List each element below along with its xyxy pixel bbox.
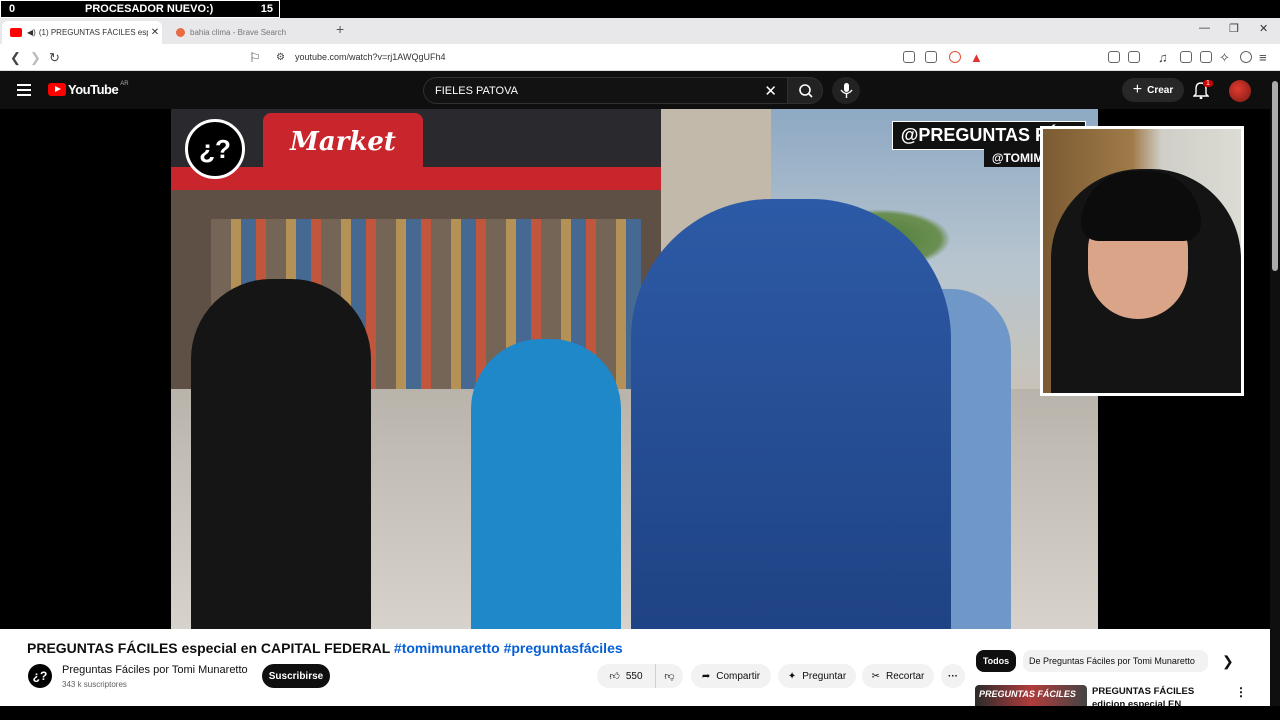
wallet-icon[interactable]: [1200, 51, 1212, 63]
close-tab-icon[interactable]: ✕: [148, 27, 162, 38]
search-icon: [799, 84, 813, 98]
logo-wordmark: YouTube: [68, 82, 119, 97]
video-player[interactable]: ¿? Market @PREGUNTAS FÁCI @TOMIMUNAR: [171, 109, 1098, 629]
search-input[interactable]: FIELES PATOVA ✕: [423, 77, 787, 104]
reload-icon[interactable]: ↻: [49, 50, 60, 66]
share-label: Compartir: [716, 670, 761, 682]
sparkle-icon: ✦: [787, 670, 797, 682]
browser-menu-icon[interactable]: ≡: [1259, 50, 1267, 65]
youtube-play-icon: [48, 83, 66, 96]
vpn-icon[interactable]: [1240, 51, 1252, 63]
page-scrollbar[interactable]: [1270, 71, 1280, 706]
create-button[interactable]: + Crear: [1122, 78, 1184, 102]
tab-youtube[interactable]: ◀) (1) PREGUNTAS FÁCILES espe ✕: [2, 21, 162, 44]
recommended-title[interactable]: PREGUNTAS FÁCILES edicion especial EN CA…: [1092, 685, 1222, 706]
thumbs-up-icon: 👍︎: [609, 671, 620, 682]
overlay-right-counter: 15: [260, 3, 273, 15]
brave-shield-icon[interactable]: [949, 51, 961, 63]
ai-icon[interactable]: ✧: [1219, 50, 1230, 66]
video-person-center: [471, 339, 621, 629]
country-code: AR: [120, 80, 129, 87]
subscriber-count: 343 k suscriptores: [62, 680, 127, 689]
close-window-icon[interactable]: ✕: [1259, 22, 1268, 35]
chip-all[interactable]: Todos: [976, 650, 1016, 672]
maximize-icon[interactable]: ❐: [1229, 22, 1239, 35]
forward-icon[interactable]: ❯: [30, 50, 41, 66]
hamburger-menu-icon[interactable]: [17, 84, 31, 99]
recommended-thumbnail[interactable]: PREGUNTAS FÁCILES: [975, 685, 1087, 706]
ask-button[interactable]: ✦ Preguntar: [778, 664, 856, 688]
video-info-area: PREGUNTAS FÁCILES especial en CAPITAL FE…: [0, 629, 1270, 706]
video-title-text: PREGUNTAS FÁCILES especial en CAPITAL FE…: [27, 640, 394, 656]
share-page-icon[interactable]: [925, 51, 937, 63]
browser-tab-strip: ◀) (1) PREGUNTAS FÁCILES espe ✕ bahia cl…: [0, 18, 1280, 44]
channel-watermark-logo: ¿?: [185, 119, 245, 179]
channel-avatar[interactable]: ¿?: [28, 664, 52, 688]
avatar[interactable]: [1229, 80, 1251, 102]
sidebar-icon[interactable]: [1180, 51, 1192, 63]
share-button[interactable]: ➦ Compartir: [691, 664, 771, 688]
channel-name[interactable]: Preguntas Fáciles por Tomi Munaretto: [62, 664, 248, 676]
video-player-area: ¿? Market @PREGUNTAS FÁCI @TOMIMUNAR: [0, 109, 1270, 629]
more-horizontal-icon: ···: [948, 670, 958, 682]
more-vertical-icon[interactable]: ⋮: [1235, 685, 1247, 699]
clip-button[interactable]: ✂ Recortar: [862, 664, 934, 688]
audio-icon[interactable]: ◀): [27, 28, 36, 37]
create-label: Crear: [1147, 84, 1174, 96]
chip-channel[interactable]: De Preguntas Fáciles por Tomi Munaretto: [1023, 650, 1208, 672]
thumbs-down-icon: 👎︎: [664, 671, 675, 682]
youtube-logo[interactable]: YouTube AR: [48, 80, 129, 97]
ask-label: Preguntar: [802, 670, 847, 682]
new-tab-button[interactable]: +: [336, 21, 344, 37]
subscribe-button[interactable]: Suscribirse: [262, 664, 330, 688]
like-button[interactable]: 👍︎ 550: [597, 664, 655, 688]
tab-title: (1) PREGUNTAS FÁCILES espe: [38, 28, 148, 37]
clear-search-icon[interactable]: ✕: [764, 82, 777, 100]
more-actions-button[interactable]: ···: [941, 664, 965, 688]
minimize-icon[interactable]: —: [1199, 22, 1210, 34]
site-settings-icon[interactable]: ⚙: [276, 52, 285, 63]
clip-label: Recortar: [886, 670, 925, 682]
cast-icon[interactable]: [903, 51, 915, 63]
overlay-left-counter: 0: [9, 3, 16, 15]
scissors-icon: ✂: [871, 670, 881, 682]
voice-search-button[interactable]: [832, 77, 860, 104]
tab-title: bahia clima - Brave Search: [190, 28, 287, 37]
address-bar-row: ❮ ❯ ↻ ⚐ ⚙ youtube.com/watch?v=rj1AWQgUFh…: [0, 44, 1280, 71]
chevron-right-icon[interactable]: ❯: [1222, 653, 1234, 670]
url-field[interactable]: youtube.com/watch?v=rj1AWQgUFh4: [295, 52, 445, 62]
bottom-strip: [0, 706, 1280, 720]
video-reporter: [631, 199, 951, 629]
bookmark-icon[interactable]: ⚐: [249, 50, 261, 66]
youtube-header: YouTube AR FIELES PATOVA ✕ + Crear 1: [0, 71, 1280, 109]
plus-icon: +: [1132, 81, 1143, 98]
youtube-favicon-icon: [10, 28, 22, 37]
extensions-icon[interactable]: [1108, 51, 1120, 63]
overlay-label: PROCESADOR NUEVO:): [85, 3, 214, 15]
tab-brave-search[interactable]: bahia clima - Brave Search: [168, 21, 328, 44]
microphone-icon: [840, 83, 853, 98]
music-icon[interactable]: ♫: [1158, 50, 1168, 65]
search-button[interactable]: [787, 77, 823, 104]
brave-favicon-icon: [176, 28, 185, 37]
back-icon[interactable]: ❮: [10, 50, 21, 66]
video-person-left: [191, 279, 371, 629]
stream-overlay-bar: 0 PROCESADOR NUEVO:) 15: [0, 0, 280, 18]
like-count: 550: [625, 670, 643, 682]
scrollbar-thumb[interactable]: [1272, 81, 1278, 271]
search-value: FIELES PATOVA: [435, 85, 518, 97]
notification-badge: 1: [1203, 80, 1213, 87]
dislike-button[interactable]: 👎︎: [655, 664, 683, 688]
share-icon: ➦: [701, 670, 711, 682]
brave-rewards-icon[interactable]: ▲: [970, 50, 983, 65]
store-sign: Market: [263, 113, 423, 173]
screenshot-icon[interactable]: [1128, 51, 1140, 63]
video-title-hashtags[interactable]: #tomimunaretto #preguntasfáciles: [394, 640, 623, 656]
webcam-feed: [1043, 129, 1241, 393]
video-title: PREGUNTAS FÁCILES especial en CAPITAL FE…: [27, 640, 623, 656]
streamer-webcam: [1040, 126, 1244, 396]
